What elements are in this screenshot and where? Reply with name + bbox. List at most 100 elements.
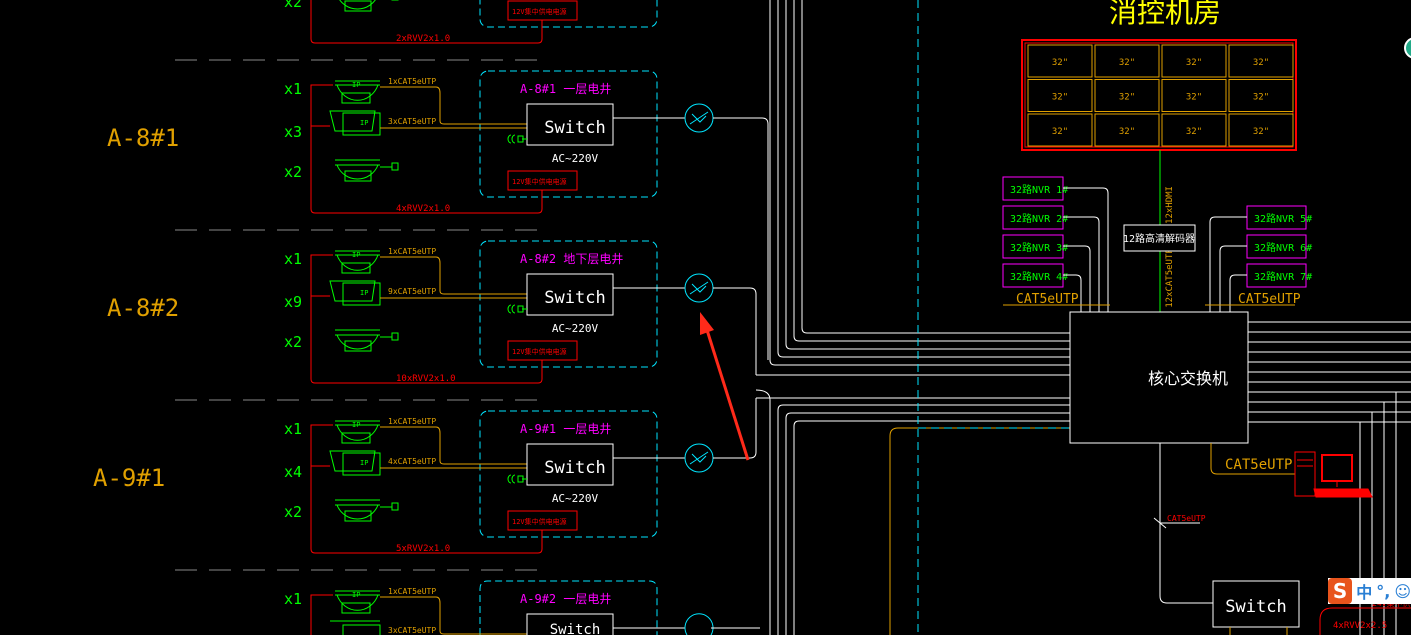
screen-size-label: 32" (1052, 93, 1068, 103)
green-marker (1404, 37, 1411, 59)
region-label: A-8#1 一层电井 (520, 82, 611, 96)
fiber-symbol (689, 451, 709, 465)
room-title: 消控机房 (1109, 0, 1221, 29)
bottom-right-cable: 4xRVV2x2.5 (1333, 621, 1387, 631)
power-cable (310, 594, 333, 635)
ime-toolbar[interactable]: S 中 °, ☺ (1328, 578, 1411, 604)
nvr-label: 32路NVR 3# (1010, 241, 1068, 254)
building-label: A-8#2 (107, 294, 179, 322)
camera-count: x2 (284, 163, 302, 181)
camera-count: x4 (284, 463, 302, 481)
building-label: A-8#1 (107, 124, 179, 152)
dome-analog-camera-icon (335, 159, 392, 180)
cable-label-right: CAT5eUTP (1238, 292, 1301, 307)
distribution-block: A-8#2 A-8#2 地下层电井 x1 x9 x2 IP IP 12V集中供电电源 10xRV… (107, 229, 757, 384)
camera-ip-label: IP (352, 81, 360, 89)
camera-count: x9 (284, 293, 302, 311)
region-label: A-8#2 地下层电井 (520, 252, 623, 266)
cable-label-left: CAT5eUTP (1016, 292, 1079, 307)
distribution-block: A-9#1 A-9#1 一层电井 x1 x4 x2 IP IP 12V集中供电电源 5xRVV2… (93, 398, 757, 554)
ac-power-label: AC~220V (552, 492, 599, 505)
ac-power-label: AC~220V (552, 322, 599, 335)
camera-ip-label: IP (352, 251, 360, 259)
power-cable (310, 424, 543, 554)
switch-label: Switch (550, 622, 601, 635)
region-label: A-9#2 一层电井 (520, 592, 611, 606)
power-supply-label: 12V集中供电电源 (512, 177, 567, 186)
camera-count: x3 (284, 123, 302, 141)
power-supply-label: 12V集中供电电源 (512, 347, 567, 356)
utp-cable-label: 3xCAT5eUTP (388, 626, 436, 635)
downlink-cable-label: CAT5eUTP (1167, 514, 1206, 523)
screen-size-label: 32" (1253, 58, 1269, 68)
electrical-well-box (479, 0, 658, 28)
camera-connector (391, 502, 399, 511)
red-arrow-head (700, 312, 714, 335)
screen-size-label: 32" (1186, 127, 1202, 137)
camera-ip-label: IP (360, 459, 368, 467)
power-supply-label: 12V集中供电电源 (512, 7, 567, 16)
nvr-label: 32路NVR 4# (1010, 270, 1068, 283)
nvr-label: 32路NVR 7# (1254, 270, 1312, 283)
utp-cable-label: 9xCAT5eUTP (388, 287, 436, 296)
camera-ip-label: IP (352, 421, 360, 429)
red-arrow-annotation (705, 329, 750, 461)
utp-cable-label: 1xCAT5eUTP (388, 247, 436, 256)
rvv-cable-label: 2xRVV2x1.0 (396, 34, 450, 44)
utp-cable-label: 1xCAT5eUTP (388, 587, 436, 596)
screen-size-label: 32" (1052, 58, 1068, 68)
rvv-cable-label: 10xRVV2x1.0 (396, 374, 456, 384)
ac-power-label: AC~220V (552, 152, 599, 165)
utp-cable-label: 1xCAT5eUTP (388, 77, 436, 86)
screen-size-label: 32" (1253, 127, 1269, 137)
distribution-block: A-8#1 A-8#1 一层电井 x1 x3 x2 IP IP 12V集中供电电源 4xRVV2… (107, 59, 769, 360)
camera-connector (391, 162, 399, 171)
camera-ip-label: IP (360, 119, 368, 127)
distribution-blocks: x2 IP IP 12V集中供电电源 2xRVV2x1.0 A-8#1 A-8#1 一层电井… (93, 0, 769, 635)
hdmi-label: 12xHDMI (1165, 186, 1175, 224)
utp-cable-label: 4xCAT5eUTP (388, 457, 436, 466)
camera-ip-label: IP (352, 591, 360, 599)
decoder-label: 12路高清解码器 (1123, 232, 1195, 245)
camera-ip-label: IP (360, 289, 368, 297)
nvr-label: 32路NVR 5# (1254, 212, 1312, 225)
camera-count: x1 (284, 590, 302, 608)
camera-count: x1 (284, 250, 302, 268)
camera-count: x1 (284, 80, 302, 98)
nvr-label: 32路NVR 2# (1010, 212, 1068, 225)
distribution-block: A-9#2 一层电井 x1 IP 1xCAT5eUTP 3xCAT5eUTP Switch (175, 569, 760, 635)
screen-size-label: 32" (1052, 127, 1068, 137)
building-label: A-9#1 (93, 464, 165, 492)
power-cable (310, 254, 543, 384)
rvv-cable-label: 4xRVV2x1.0 (396, 204, 450, 214)
fiber-symbol (689, 111, 709, 125)
nvr-label: 32路NVR 6# (1254, 241, 1312, 254)
ime-punct[interactable]: °, (1376, 582, 1390, 601)
camera-count: x2 (284, 333, 302, 351)
screen-size-label: 32" (1186, 58, 1202, 68)
distribution-block: x2IPIP12V集中供电电源2xRVV2x1.0 (284, 0, 658, 44)
box-ip-camera-icon (330, 620, 381, 635)
switch-label: Switch (544, 458, 605, 478)
switch-label: Switch (544, 118, 605, 138)
utp-cable-label: 3xCAT5eUTP (388, 117, 436, 126)
cad-drawing-canvas[interactable]: 消控机房 32" 32" 32" 32" 32" 32" 32" 32" 32" 32" 32" 32… (0, 0, 1411, 635)
screen-size-label: 32" (1253, 93, 1269, 103)
power-cable (310, 84, 543, 214)
decoder-utp-label: 12xCAT5eUTP (1165, 248, 1175, 308)
core-switch-label: 核心交换机 (1148, 369, 1228, 388)
rvv-cable-label: 5xRVV2x1.0 (396, 544, 450, 554)
screen-size-label: 32" (1119, 58, 1135, 68)
region-label: A-9#1 一层电井 (520, 422, 611, 436)
ime-emoji-icon[interactable]: ☺ (1394, 582, 1411, 601)
fiber-transceiver-icon (684, 613, 714, 635)
switch-label: Switch (544, 288, 605, 308)
sogou-logo-icon[interactable]: S (1328, 578, 1353, 604)
utp-cable-label: 1xCAT5eUTP (388, 417, 436, 426)
ime-mode[interactable]: 中 (1356, 579, 1372, 603)
screen-size-label: 32" (1119, 93, 1135, 103)
pc-cable-label: CAT5eUTP (1225, 457, 1292, 473)
screen-size-label: 32" (1186, 93, 1202, 103)
nvr-label: 32路NVR 1# (1010, 183, 1068, 196)
orange-cable (889, 427, 1070, 635)
